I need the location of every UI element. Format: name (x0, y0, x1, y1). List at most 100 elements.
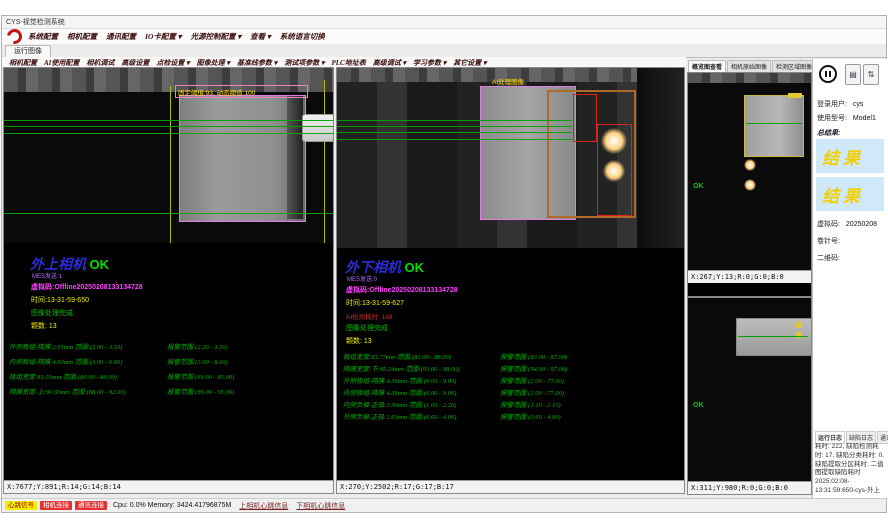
left-result-text: 外上相机 OK MES发送:1 虚拟码:Offline2025020813313… (4, 243, 333, 480)
login-user-label: 登录用户: (817, 101, 847, 108)
result-display-2: 结果 (816, 177, 884, 211)
middle-camera-image[interactable]: AI处理图像 (337, 68, 684, 248)
ai-time-text: AI检测耗时: 168 (346, 311, 393, 321)
tool-plc-address[interactable]: PLC地址表 (331, 58, 365, 68)
tool-baseline-params[interactable]: 基准线参数 ▾ (237, 58, 277, 68)
screen: CYS-视觉检测系统 系统配置 相机配置 通讯配置 IO卡配置 ▾ 光源控制配置… (0, 0, 888, 522)
tool-camera-debug[interactable]: 相机调试 (86, 58, 114, 68)
tool-ai-config[interactable]: AI使用配置 (44, 58, 79, 68)
tool-advanced-debug[interactable]: 高级调试 ▾ (373, 58, 406, 68)
upper-camera-heartbeat-link[interactable]: 上相机心跳信息 (239, 501, 288, 511)
measure-line (337, 132, 572, 133)
measurement-row: 外侧极组-隔膜:4.38mm 范围:(0.00 - 9.00) 报警范围:(2.… (337, 375, 684, 387)
pause-icon (829, 71, 831, 77)
measure-line (337, 139, 572, 140)
left-pixel-coords: X:7677;Y:891;R:14;G:14;B:14 (4, 480, 333, 493)
middle-pixel-coords: X:270;Y:2502;R:17;G:17;B:17 (337, 480, 684, 493)
result-text-2: 结果 (822, 182, 864, 207)
measurement-value: 内侧负极-正极:1.90mm 范围:(1.00 - 2.20) (343, 399, 456, 409)
qr-code-label: 二维码: (817, 253, 840, 263)
tool-test-params[interactable]: 测试项参数 ▾ (284, 58, 324, 68)
reflection-glow (744, 159, 756, 171)
middle-result-text: 外下相机 OK MES发送:0 虚拟码:Offline2025020813313… (337, 248, 684, 480)
result-ok: OK (405, 260, 425, 275)
measurement-row: 隔膜宽度-上:90.56mm 范围:(88.00 - 92.00) 报警范围:(… (4, 386, 333, 398)
measurement-row: 隔膜宽度-下:95.24mm 范围:(93.00 - 98.00) 报警范围:(… (337, 363, 684, 375)
threshold-overlay-text: 固定阈值:93, 动态阈值:100 (178, 87, 255, 97)
tool-advanced-settings[interactable]: 高级设置 (121, 58, 149, 68)
tool-learn-params[interactable]: 学习参数 ▾ (413, 58, 446, 68)
measure-line (4, 213, 333, 214)
time-text: 时间:13-31-59-650 (31, 295, 89, 305)
cell-edge-shadow (287, 96, 303, 219)
title-bar: CYS-视觉检测系统 (2, 16, 886, 29)
measurement-row: 内侧极组-隔膜:4.60mm 范围:(3.00 - 6.00) 报警范围:(3.… (4, 356, 333, 368)
count-text: 颗数: 13 (346, 336, 372, 346)
needle-number-label: 卷针号: (817, 236, 840, 246)
total-result-label: 总结果: (817, 128, 840, 138)
pause-button[interactable] (819, 65, 837, 83)
aux-tab-raw-image[interactable]: 相机原始图像 (727, 60, 771, 72)
window-title: CYS-视觉检测系统 (6, 17, 65, 27)
reflection-glow (603, 160, 625, 182)
result-text-1: 结果 (822, 144, 864, 169)
measure-line (4, 120, 333, 121)
measurement-row: 极组宽度:83.05mm 范围:(80.00 - 86.00) 报警范围:(81… (4, 371, 333, 383)
menu-io-config[interactable]: IO卡配置 ▾ (145, 31, 181, 42)
login-user-value: cys (853, 101, 864, 108)
virtual-code-value: 20250208 (846, 221, 877, 228)
tool-image-process[interactable]: 图像处理 ▾ (197, 58, 230, 68)
yellow-guide-line (324, 80, 325, 243)
mes-status: MES发送:1 (32, 271, 62, 280)
login-user-row: 登录用户: cys (817, 99, 863, 109)
alarm-range: 报警范围:(1.10 - 2.10) (500, 399, 561, 409)
measurement-row: 外侧极组-隔膜:2.91mm 范围:(2.00 - 3.50) 报警范围:(2.… (4, 341, 333, 353)
aux-tab-detect-region[interactable]: 检测区域图像 (772, 60, 816, 72)
menu-bar: 系统配置 相机配置 通讯配置 IO卡配置 ▾ 光源控制配置 ▾ 查看 ▾ 系统语… (2, 29, 886, 45)
measure-line (746, 123, 802, 124)
menu-light-config[interactable]: 光源控制配置 ▾ (190, 31, 241, 42)
defect-box (573, 94, 597, 142)
small-view2-status: OK (693, 402, 704, 409)
menu-system-config[interactable]: 系统配置 (28, 31, 58, 42)
status-bar: 心跳信号 相机连接 通讯连接 Cpu: 0.0% Memory: 3424.41… (2, 498, 886, 512)
ai-overlay-text: AI处理图像 (492, 76, 524, 86)
alarm-range: 报警范围:(3.00 - 8.00) (167, 356, 228, 366)
machine-band (688, 73, 811, 83)
tool-button-1[interactable]: ▤ (845, 64, 861, 85)
alarm-range: 报警范围:(83.00 - 87.00) (500, 351, 567, 361)
small-camera-view-2: OK X:311;Y:980;R:0;G:0;B:0 (687, 297, 812, 495)
measurement-value: 外侧极组-隔膜:2.91mm 范围:(2.00 - 3.50) (9, 341, 122, 351)
measurement-row: 外侧负极-正极:2.61mm 范围:(0.60 - 4.00) 报警范围:(0.… (337, 411, 684, 423)
small-view1-status: OK (693, 183, 704, 190)
left-camera-image[interactable]: 固定阈值:93, 动态阈值:100 (4, 68, 333, 243)
small-view2-coords: X:311;Y:980;R:0;G:0;B:0 (688, 481, 811, 494)
tool-camera-config[interactable]: 相机配置 (9, 58, 37, 68)
measurement-value: 极组宽度:83.77mm 范围:(82.00 - 88.00) (343, 351, 451, 361)
lower-camera-heartbeat-link[interactable]: 下相机心跳信息 (296, 501, 345, 511)
model-label: 使用型号: (817, 115, 847, 122)
yellow-mark (796, 322, 802, 328)
battery-thumb (744, 95, 804, 157)
alarm-range: 报警范围:(0.60 - 4.00) (500, 411, 561, 421)
measurement-value: 内侧极组-隔膜:4.38mm 范围:(0.00 - 9.00) (343, 387, 456, 397)
count-text: 颗数: 13 (31, 321, 57, 331)
connector-part (302, 114, 333, 142)
tool-other-settings[interactable]: 其它设置 ▾ (453, 58, 486, 68)
tool-spot-check[interactable]: 点检设置 ▾ (156, 58, 189, 68)
camera-connect-badge: 相机连接 (40, 501, 72, 510)
menu-language-switch[interactable]: 系统语言切换 (280, 31, 325, 42)
panel-icon: ▤ (849, 70, 857, 79)
yellow-guide-line (170, 86, 171, 243)
small-view2-image[interactable]: OK (688, 298, 811, 481)
log-text: 耗时: 222, 缺陷检测耗时: 17, 缺陷分类耗时: 0, 缺陷提取分区耗时… (815, 443, 885, 495)
tool-button-2[interactable]: ⇅ (863, 64, 879, 85)
menu-camera-config[interactable]: 相机配置 (67, 31, 97, 42)
alarm-range: 报警范围:(89.00 - 91.00) (167, 386, 234, 396)
aux-tab-overview[interactable]: 概览图查看 (688, 60, 726, 72)
swap-icon: ⇅ (868, 70, 875, 79)
small-view1-image[interactable]: OK (688, 73, 811, 270)
menu-comm-config[interactable]: 通讯配置 (106, 31, 136, 42)
reflection-glow (601, 128, 627, 154)
menu-view[interactable]: 查看 ▾ (250, 31, 271, 42)
